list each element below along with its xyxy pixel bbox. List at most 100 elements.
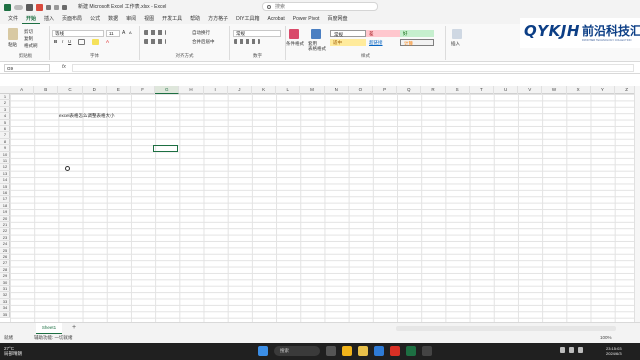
style-neutral[interactable]: 适中 <box>330 39 366 46</box>
column-header[interactable]: B <box>34 86 59 94</box>
paste-button[interactable]: 粘贴 <box>8 42 17 48</box>
weather-widget[interactable]: 27°C 局部晴朗 <box>4 346 22 356</box>
bold-button[interactable]: B <box>54 39 57 44</box>
wrap-text-button[interactable]: 自动换行 <box>192 30 210 36</box>
style-good[interactable]: 好 <box>400 30 434 37</box>
column-header[interactable]: E <box>107 86 131 94</box>
column-header[interactable]: H <box>179 86 204 94</box>
ribbon-tab[interactable]: 文件 <box>4 14 22 24</box>
ribbon-tab[interactable]: Power Pivot <box>289 14 324 24</box>
column-header[interactable]: W <box>542 86 567 94</box>
active-cell-g9[interactable] <box>153 145 178 152</box>
column-header[interactable]: S <box>446 86 470 94</box>
column-header[interactable]: P <box>373 86 398 94</box>
redo-icon[interactable] <box>54 4 59 10</box>
horizontal-align-icons[interactable] <box>144 39 166 44</box>
column-header[interactable]: O <box>349 86 373 94</box>
style-hyperlink[interactable]: 超链接 <box>366 39 400 46</box>
shrink-font-icon[interactable]: A <box>129 30 132 35</box>
ribbon-tab[interactable]: 插入 <box>40 14 58 24</box>
ribbon-tab[interactable]: DIY工具箱 <box>232 14 263 24</box>
ribbon-tab[interactable]: 审阅 <box>122 14 140 24</box>
underline-button[interactable]: U <box>68 39 71 44</box>
column-header[interactable]: M <box>300 86 325 94</box>
style-normal[interactable]: 常规 <box>330 30 366 37</box>
column-header[interactable]: Y <box>591 86 615 94</box>
ribbon-tab[interactable]: 视图 <box>140 14 158 24</box>
horizontal-scrollbar[interactable] <box>396 326 616 331</box>
cell-area[interactable]: excel表格怎么调整表格大小 <box>10 94 634 322</box>
column-header[interactable]: L <box>276 86 301 94</box>
column-header[interactable]: N <box>325 86 349 94</box>
formula-input[interactable] <box>72 64 634 72</box>
chrome-icon[interactable] <box>342 346 352 356</box>
column-header[interactable]: I <box>204 86 228 94</box>
file-explorer-icon[interactable] <box>358 346 368 356</box>
sheet-tab-sheet1[interactable]: Sheet1 <box>36 323 62 334</box>
column-header[interactable]: D <box>83 86 107 94</box>
cut-button[interactable]: 剪切 <box>24 29 33 35</box>
number-format-select[interactable]: 常规 <box>233 30 281 37</box>
column-header[interactable]: J <box>228 86 252 94</box>
undo-icon[interactable] <box>46 4 51 10</box>
vertical-scrollbar[interactable] <box>634 86 640 322</box>
name-box[interactable]: G9 <box>4 64 50 72</box>
taskbar-clock[interactable]: 23:15:03 2024/6/3 <box>606 346 622 356</box>
function-icon[interactable]: fx <box>62 64 66 70</box>
accessibility-status[interactable]: 辅助功能: 一切就绪 <box>34 335 73 341</box>
record-icon[interactable] <box>36 3 43 11</box>
column-header[interactable]: C <box>58 86 83 94</box>
edge-icon[interactable] <box>374 346 384 356</box>
column-header[interactable]: A <box>10 86 35 94</box>
column-header[interactable]: V <box>518 86 543 94</box>
ribbon-tab[interactable]: 页面布局 <box>58 14 86 24</box>
column-header[interactable]: T <box>470 86 494 94</box>
column-header[interactable]: G <box>155 86 180 94</box>
ribbon-tab[interactable]: 方方格子 <box>204 14 232 24</box>
search-box[interactable]: 搜索 <box>262 2 378 11</box>
chevron-up-icon[interactable] <box>560 347 565 353</box>
column-header[interactable]: Q <box>397 86 422 94</box>
insert-cells-button[interactable]: 插入 <box>451 41 460 47</box>
row-header[interactable]: 35 <box>0 312 10 318</box>
ribbon-tab[interactable]: 帮助 <box>186 14 204 24</box>
ribbon-tab[interactable]: 百度网盘 <box>323 14 351 24</box>
font-color-icon[interactable]: A <box>106 39 109 44</box>
customize-qa-icon[interactable] <box>62 4 67 10</box>
paste-icon[interactable] <box>8 28 18 40</box>
ribbon-tab[interactable]: 开发工具 <box>158 14 186 24</box>
style-bad[interactable]: 差 <box>366 30 400 37</box>
ribbon-tab[interactable]: Acrobat <box>264 14 289 24</box>
conditional-format-icon[interactable] <box>289 29 299 39</box>
excel-taskbar-icon[interactable] <box>406 346 416 356</box>
app-dark-icon[interactable] <box>422 346 432 356</box>
column-header[interactable]: X <box>567 86 591 94</box>
wifi-icon[interactable] <box>569 347 574 353</box>
table-format-button[interactable]: 套用 表格格式 <box>308 41 326 51</box>
add-sheet-button[interactable]: + <box>72 324 76 331</box>
merge-center-button[interactable]: 合并后居中 <box>192 39 215 45</box>
cell-c4[interactable]: excel表格怎么调整表格大小 <box>59 113 115 119</box>
copy-button[interactable]: 复制 <box>24 36 33 42</box>
autosave-toggle[interactable] <box>14 4 23 10</box>
table-format-icon[interactable] <box>311 29 321 39</box>
font-size-select[interactable]: 11 <box>106 30 120 37</box>
conditional-format-button[interactable]: 条件格式 <box>286 41 304 47</box>
insert-cells-icon[interactable] <box>452 29 462 39</box>
fill-color-icon[interactable] <box>92 39 99 45</box>
zoom-level[interactable]: 100% <box>600 335 612 340</box>
ribbon-tab[interactable]: 公式 <box>86 14 104 24</box>
ribbon-tab[interactable]: 数据 <box>104 14 122 24</box>
column-header[interactable]: K <box>252 86 277 94</box>
font-name-select[interactable]: 等线 <box>52 30 104 37</box>
style-calc[interactable]: 计算 <box>400 39 434 46</box>
task-view-icon[interactable] <box>326 346 336 356</box>
grow-font-icon[interactable]: A <box>122 30 125 36</box>
taskbar-search[interactable]: 搜索 <box>274 346 320 356</box>
column-header[interactable]: U <box>494 86 519 94</box>
ribbon-tab[interactable]: 开始 <box>22 14 41 24</box>
save-icon[interactable] <box>26 3 33 11</box>
column-header[interactable]: R <box>421 86 446 94</box>
app-red-icon[interactable] <box>390 346 400 356</box>
italic-button[interactable]: I <box>62 39 63 44</box>
